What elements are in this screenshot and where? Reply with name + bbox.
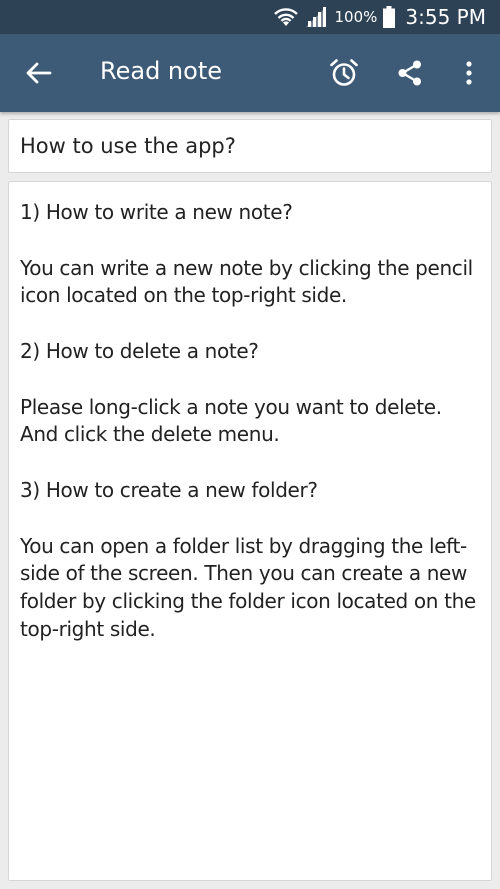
note-title: How to use the app? [20,134,236,158]
more-options-button[interactable] [450,54,488,92]
share-button[interactable] [391,54,429,92]
battery-percent: 100% [334,8,378,26]
more-vertical-icon [466,61,472,85]
note-body: 1) How to write a new note? You can writ… [20,200,476,641]
status-bar: 100% 3:55 PM [0,0,500,34]
page-title: Read note [100,57,223,85]
note-title-card[interactable]: How to use the app? [8,119,492,173]
app-bar: Read note [0,34,500,112]
back-button[interactable] [22,56,56,90]
battery-icon [383,6,396,28]
note-body-card[interactable]: 1) How to write a new note? You can writ… [8,181,492,881]
back-arrow-icon [26,62,52,84]
signal-icon [305,6,327,28]
wifi-icon [273,6,299,28]
status-clock: 3:55 PM [405,5,486,29]
alarm-clock-icon [330,59,358,86]
share-icon [398,60,421,86]
alarm-button[interactable] [325,54,363,92]
